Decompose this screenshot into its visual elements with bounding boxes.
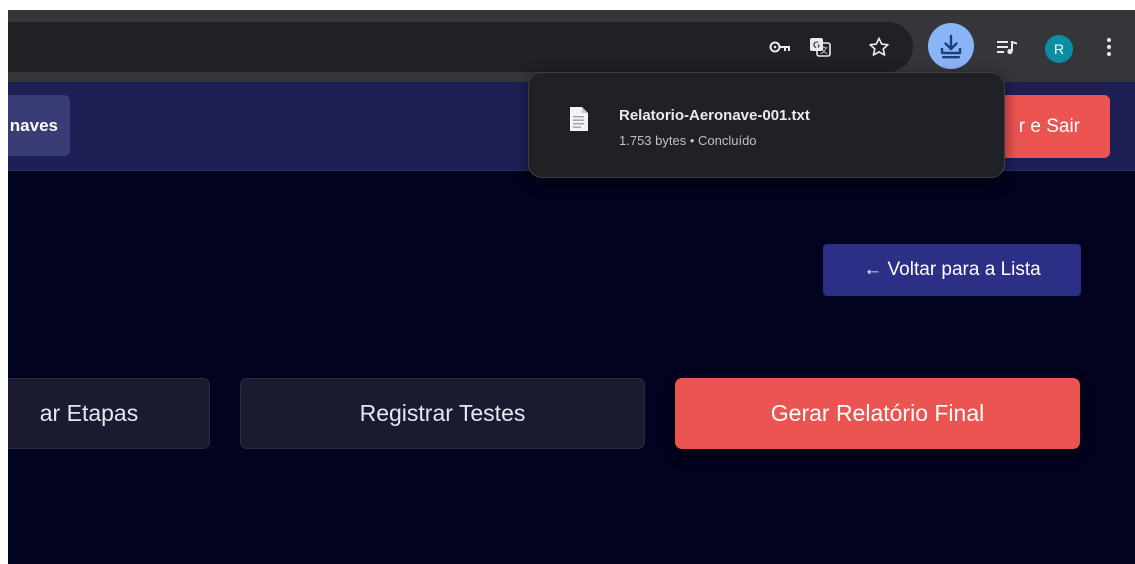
key-icon[interactable] <box>765 32 795 62</box>
profile-initial: R <box>1053 41 1065 57</box>
svg-text:文: 文 <box>820 45 828 55</box>
registrar-testes-button[interactable]: Registrar Testes <box>240 378 645 449</box>
gerar-relatorio-button[interactable]: Gerar Relatório Final <box>675 378 1080 449</box>
browser-viewport: G文 R naves r e Sair ← Voltar para a List… <box>8 10 1135 564</box>
media-icon[interactable] <box>992 32 1022 62</box>
download-file-status: 1.753 bytes • Concluído <box>619 133 757 148</box>
nav-aeronaves-button[interactable]: naves <box>8 95 70 156</box>
back-to-list-button[interactable]: ← Voltar para a Lista <box>823 244 1081 296</box>
profile-avatar[interactable]: R <box>1045 35 1073 63</box>
document-icon <box>569 106 589 132</box>
download-button[interactable] <box>928 23 974 69</box>
download-file-name[interactable]: Relatorio-Aeronave-001.txt <box>619 107 810 124</box>
etapas-button[interactable]: ar Etapas <box>8 378 210 449</box>
translate-icon[interactable]: G文 <box>805 32 835 62</box>
download-popup: Relatorio-Aeronave-001.txt 1.753 bytes •… <box>528 72 1005 178</box>
download-icon <box>940 34 962 59</box>
kebab-menu-icon[interactable] <box>1094 32 1124 62</box>
star-icon[interactable] <box>864 32 894 62</box>
